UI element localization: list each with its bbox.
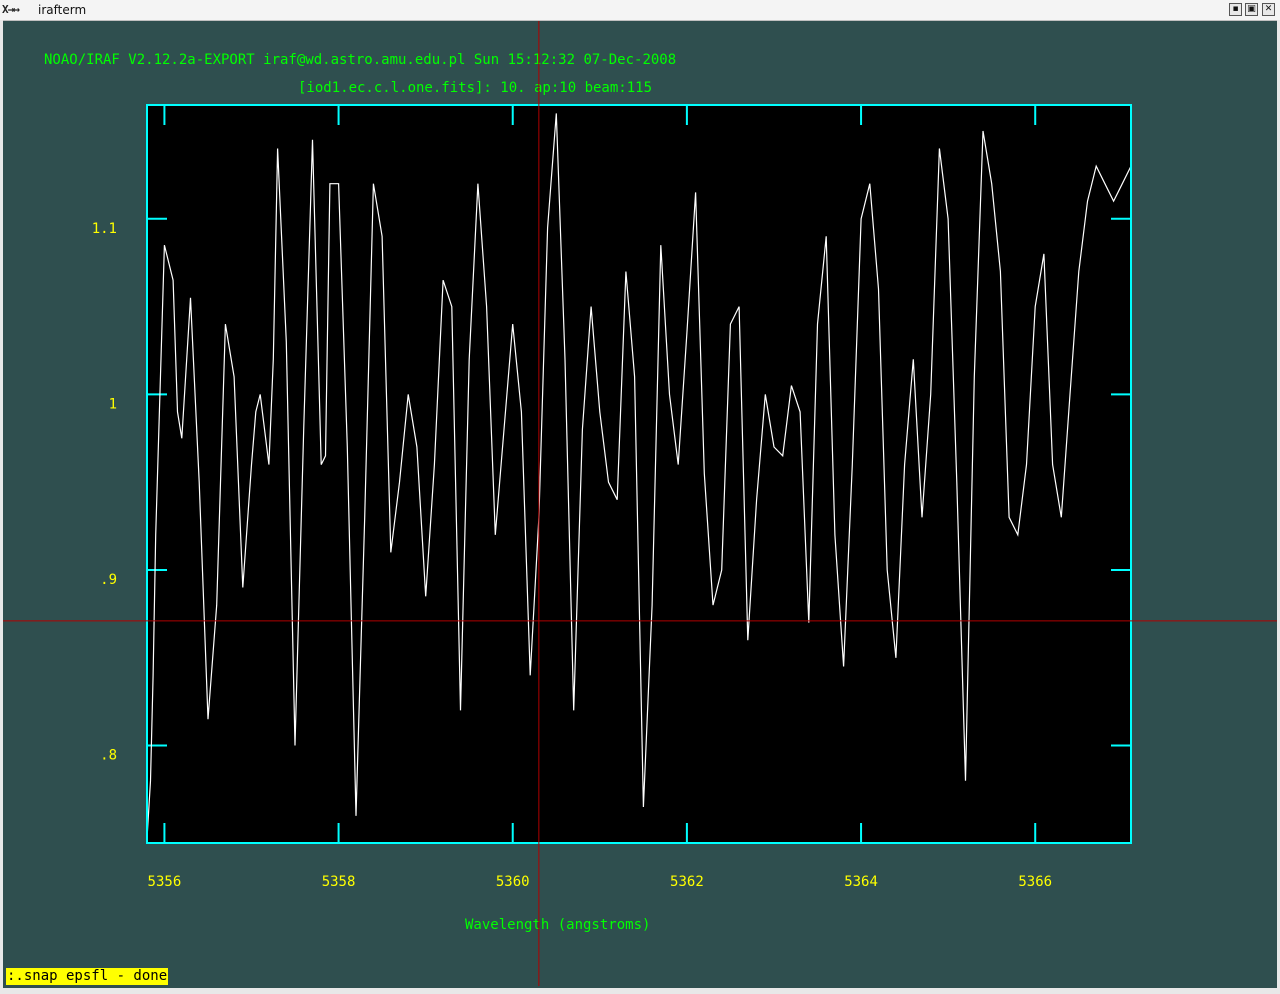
- y-tick-label: 1: [109, 396, 117, 412]
- x-tick-label: 5362: [670, 874, 704, 890]
- x-tick-label: 5358: [322, 874, 356, 890]
- x-tick-label: 5360: [496, 874, 530, 890]
- x-tick-label: 5364: [844, 874, 878, 890]
- graphics-terminal[interactable]: NOAO/IRAF V2.12.2a-EXPORT iraf@wd.astro.…: [0, 0, 1280, 994]
- status-line: :.snap epsfl - done: [6, 968, 169, 985]
- x-tick-label: 5366: [1018, 874, 1052, 890]
- y-tick-label: .8: [100, 748, 117, 764]
- plot-title: [iod1.ec.c.l.one.fits]: 10. ap:10 beam:1…: [298, 80, 652, 96]
- x-axis-label: Wavelength (angstroms): [465, 917, 650, 933]
- x-tick-label: 5356: [148, 874, 182, 890]
- y-tick-label: 1.1: [92, 221, 117, 237]
- y-tick-label: .9: [100, 572, 117, 588]
- header-banner: NOAO/IRAF V2.12.2a-EXPORT iraf@wd.astro.…: [44, 52, 676, 68]
